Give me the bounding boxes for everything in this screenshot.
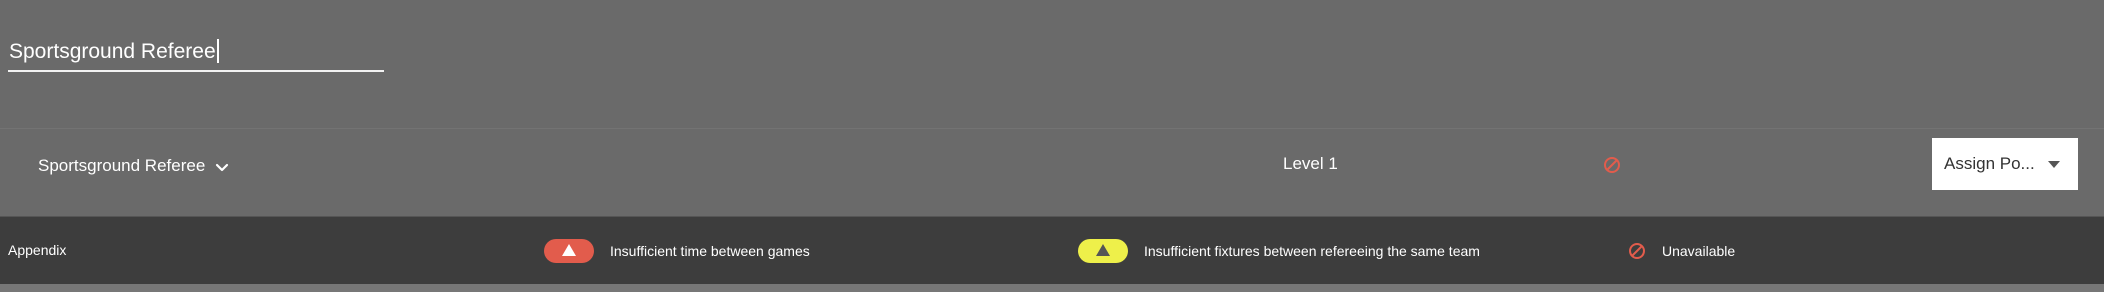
legend-item-unavailable: Unavailable	[1628, 235, 1735, 267]
title-input-value: Sportsground Referee	[9, 39, 216, 63]
level-label: Level 1	[1283, 154, 1338, 173]
appendix-label: Appendix	[8, 242, 67, 258]
bottom-border	[0, 284, 2104, 292]
role-dropdown-label: Sportsground Referee	[38, 156, 206, 175]
unavailable-icon	[1628, 242, 1646, 260]
legend-item-insufficient-time: Insufficient time between games	[544, 235, 810, 267]
assign-position-button-label: Assign Po...	[1944, 154, 2035, 173]
legend-label: Insufficient time between games	[610, 243, 810, 259]
legend-label: Unavailable	[1662, 243, 1736, 259]
dropdown-arrow-icon	[2048, 160, 2060, 168]
unavailable-icon	[1603, 156, 1621, 174]
title-field[interactable]: Sportsground Referee	[8, 32, 384, 72]
section-divider	[0, 128, 2104, 129]
text-cursor	[216, 39, 219, 63]
appendix-bar: Appendix Insufficient time between games…	[0, 216, 2104, 285]
red-warning-pill	[544, 239, 594, 263]
assign-position-button[interactable]: Assign Po...	[1932, 138, 2078, 190]
warning-triangle-icon	[1095, 243, 1111, 260]
chevron-down-icon	[215, 160, 229, 172]
warning-triangle-icon	[561, 243, 577, 260]
yellow-warning-pill	[1078, 239, 1128, 263]
role-dropdown[interactable]: Sportsground Referee	[38, 153, 229, 179]
legend-label: Insufficient fixtures between refereeing…	[1144, 243, 1480, 259]
legend-item-insufficient-fixtures: Insufficient fixtures between refereeing…	[1078, 235, 1480, 267]
